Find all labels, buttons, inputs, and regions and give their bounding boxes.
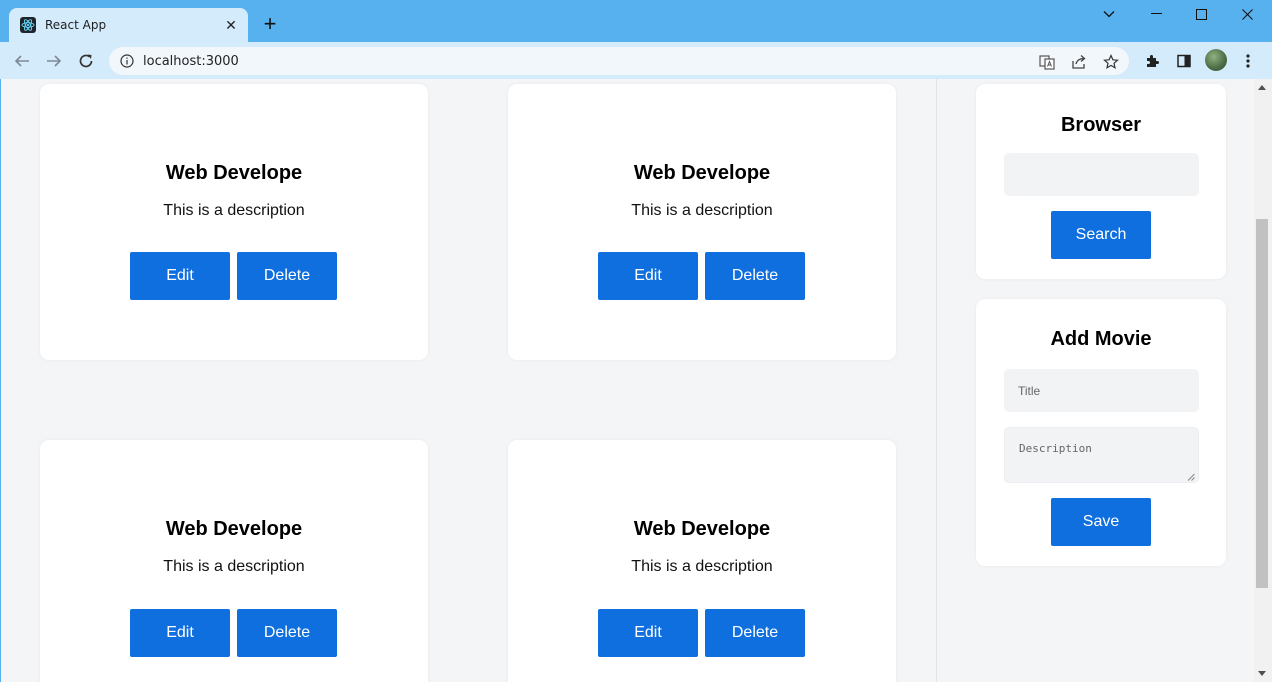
close-icon[interactable]: ✕ (222, 16, 240, 34)
maximize-icon[interactable] (1178, 4, 1224, 24)
edit-button[interactable]: Edit (130, 252, 230, 300)
description-placeholder: Description (1019, 442, 1092, 455)
info-icon[interactable] (119, 53, 135, 69)
plus-icon[interactable]: + (259, 13, 281, 35)
add-movie-panel: Add Movie Title Description Save (976, 299, 1226, 566)
tab-title: React App (45, 18, 107, 32)
delete-button[interactable]: Delete (237, 609, 337, 657)
close-window-icon[interactable] (1224, 4, 1270, 24)
browser-tab[interactable]: React App ✕ (9, 8, 248, 42)
edit-button[interactable]: Edit (598, 609, 698, 657)
back-arrow-icon[interactable] (11, 50, 33, 72)
movie-title: Web Develope (165, 518, 303, 540)
movie-title: Web Develope (165, 162, 303, 184)
side-panel-icon[interactable] (1173, 50, 1195, 72)
extensions-icon[interactable] (1141, 50, 1163, 72)
resize-handle-icon[interactable] (1187, 471, 1195, 481)
column-divider (936, 79, 937, 682)
movie-card: Web Develope This is a description Edit … (508, 440, 896, 682)
movie-title: Web Develope (633, 518, 771, 540)
address-bar[interactable]: localhost:3000 (109, 47, 1129, 75)
edit-button[interactable]: Edit (130, 609, 230, 657)
movie-title: Web Develope (633, 162, 771, 184)
movie-description: This is a description (163, 202, 305, 219)
save-button[interactable]: Save (1051, 498, 1151, 546)
scroll-down-arrow-icon[interactable] (1258, 671, 1266, 676)
url-text: localhost:3000 (143, 54, 239, 69)
title-field[interactable]: Title (1004, 369, 1199, 412)
profile-avatar[interactable] (1205, 49, 1227, 71)
translate-icon[interactable] (1038, 53, 1056, 71)
edit-button[interactable]: Edit (598, 252, 698, 300)
reload-icon[interactable] (75, 50, 97, 72)
description-field[interactable]: Description (1004, 427, 1199, 483)
movie-description: This is a description (631, 558, 773, 575)
forward-arrow-icon[interactable] (43, 50, 65, 72)
search-panel-title: Browser (1060, 114, 1142, 136)
page-content: Web Develope This is a description Edit … (0, 79, 1254, 682)
delete-button[interactable]: Delete (705, 252, 805, 300)
search-button[interactable]: Search (1051, 211, 1151, 259)
star-icon[interactable] (1102, 53, 1120, 71)
page-scrollbar[interactable] (1254, 79, 1272, 682)
search-input[interactable] (1004, 153, 1199, 196)
movie-description: This is a description (631, 202, 773, 219)
share-icon[interactable] (1070, 53, 1088, 71)
scroll-up-arrow-icon[interactable] (1258, 85, 1266, 90)
browser-toolbar: localhost:3000 (0, 42, 1272, 79)
chevron-down-icon[interactable] (1086, 4, 1132, 24)
react-favicon-icon (20, 17, 36, 33)
minimize-icon[interactable] (1133, 4, 1179, 24)
movie-card: Web Develope This is a description Edit … (508, 84, 896, 360)
menu-icon[interactable] (1237, 50, 1259, 72)
delete-button[interactable]: Delete (237, 252, 337, 300)
search-panel: Browser Search (976, 84, 1226, 279)
delete-button[interactable]: Delete (705, 609, 805, 657)
tab-strip: React App ✕ + (0, 0, 1272, 42)
movie-description: This is a description (163, 558, 305, 575)
scrollbar-thumb[interactable] (1256, 219, 1268, 588)
movie-card: Web Develope This is a description Edit … (40, 440, 428, 682)
movie-card: Web Develope This is a description Edit … (40, 84, 428, 360)
add-movie-title: Add Movie (1050, 328, 1152, 350)
